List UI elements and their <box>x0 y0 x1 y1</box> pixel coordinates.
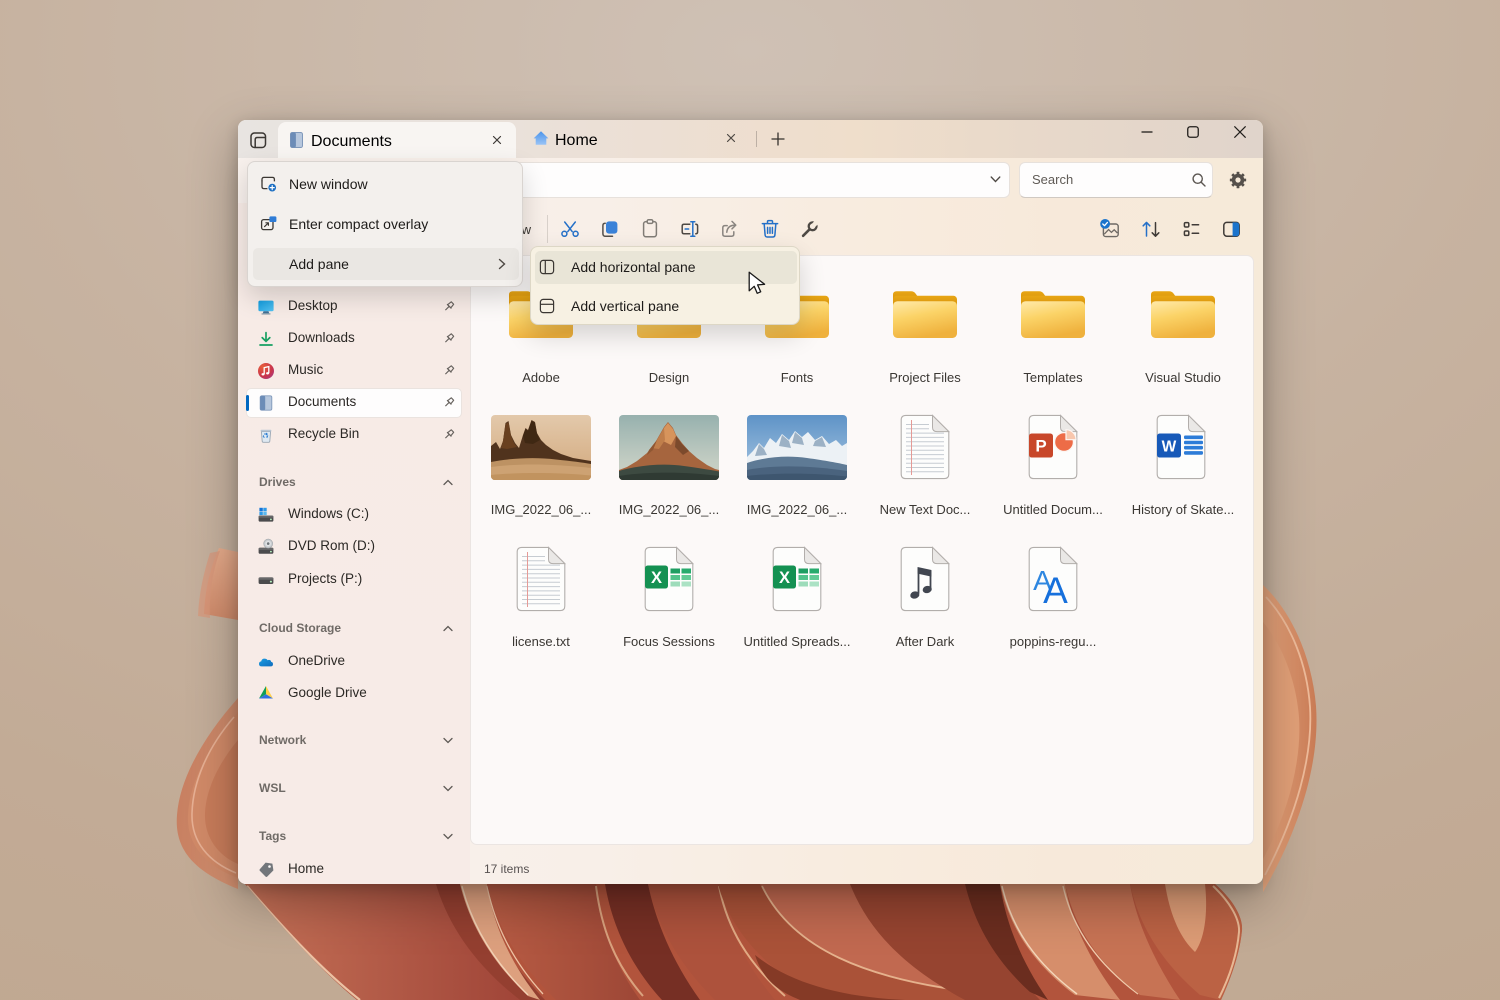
svg-text:P: P <box>1035 437 1046 456</box>
svg-text:A: A <box>1043 570 1068 611</box>
svg-text:W: W <box>1162 439 1177 456</box>
